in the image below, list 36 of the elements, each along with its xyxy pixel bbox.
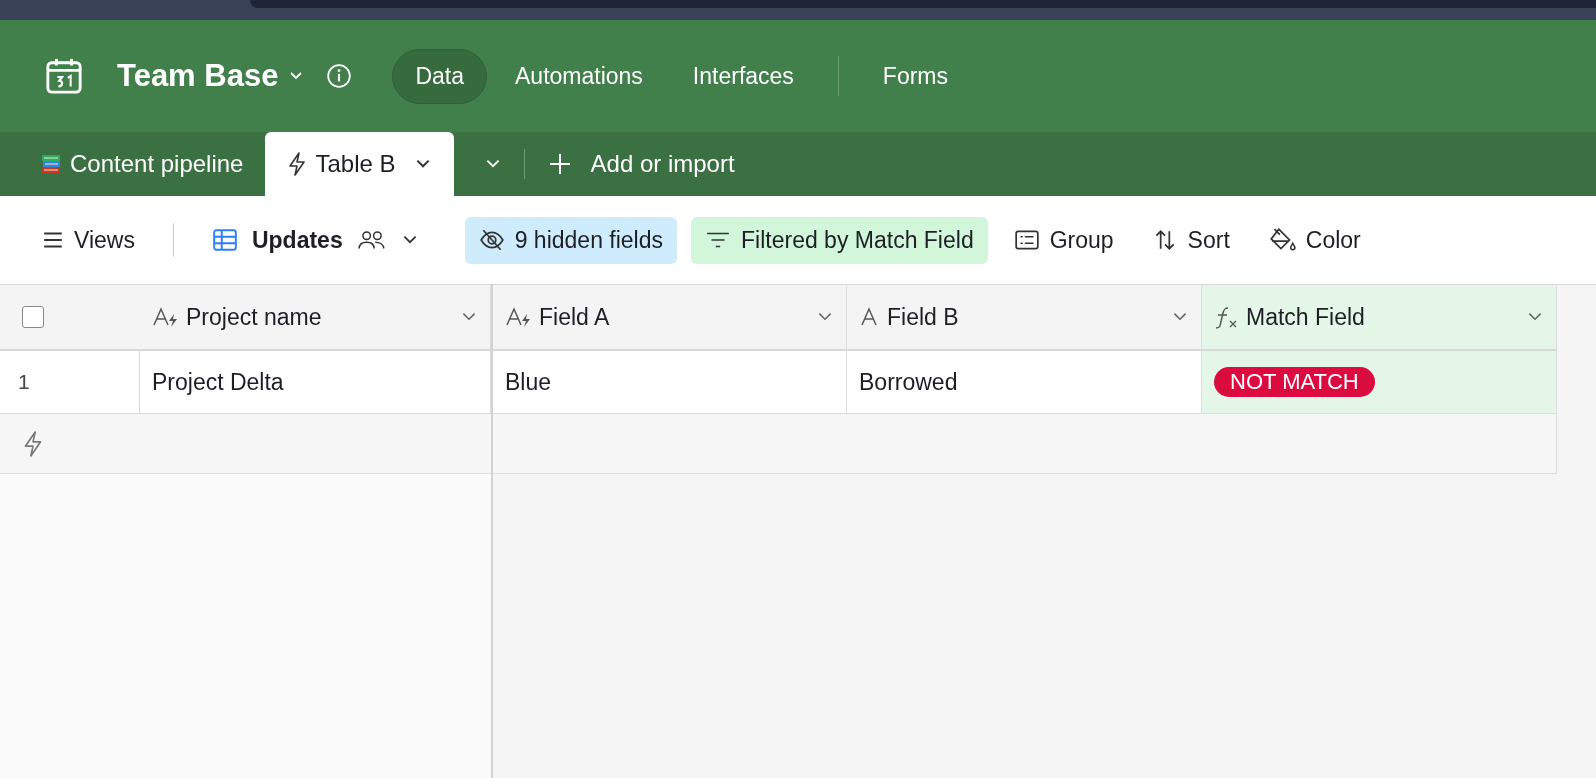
table-tab[interactable]: Content pipeline	[18, 132, 266, 196]
base-title[interactable]: Team Base	[117, 58, 279, 94]
table-cell: Blue	[505, 368, 552, 396]
filter-button[interactable]: Filtered by Match Field	[691, 216, 988, 264]
list-icon	[1013, 227, 1040, 253]
eye-slash-icon	[478, 227, 505, 253]
calendar-icon	[45, 57, 83, 95]
table-cell: Project Delta	[152, 368, 284, 396]
group-button[interactable]: Group	[1001, 216, 1126, 264]
add-table-button[interactable]: Add or import	[548, 132, 735, 196]
grid-view-icon	[211, 227, 238, 253]
status-tag: NOT MATCH	[1214, 367, 1375, 397]
color-button[interactable]: Color	[1255, 216, 1373, 264]
books-icon	[40, 153, 62, 175]
views-button[interactable]: Views	[30, 216, 147, 264]
nav-tab[interactable]: Data	[392, 48, 487, 104]
info-icon[interactable]	[326, 63, 353, 89]
row-number: 1	[17, 370, 30, 394]
column-header[interactable]: Match Field	[1202, 285, 1557, 349]
table-tab[interactable]: Table B	[265, 132, 454, 196]
sort-button[interactable]: Sort	[1139, 216, 1242, 264]
text-lightning-icon	[152, 305, 180, 329]
paint-bucket-icon	[1267, 227, 1296, 253]
menu-icon	[42, 229, 64, 251]
table-cell: Borrowed	[859, 368, 958, 396]
nav-tab[interactable]: Interfaces	[670, 49, 816, 103]
plus-icon	[548, 153, 571, 175]
text-lightning-icon	[505, 305, 533, 329]
lightning-icon[interactable]	[22, 430, 44, 457]
hidden-button[interactable]: 9 hidden fields	[464, 216, 678, 264]
view-selector[interactable]: Updates	[199, 216, 431, 264]
nav-tab[interactable]: Automations	[493, 49, 665, 103]
nav-tab[interactable]: Forms	[860, 49, 971, 103]
select-all-checkbox[interactable]	[22, 306, 44, 328]
lightning-icon	[287, 152, 308, 176]
people-icon	[356, 229, 387, 251]
